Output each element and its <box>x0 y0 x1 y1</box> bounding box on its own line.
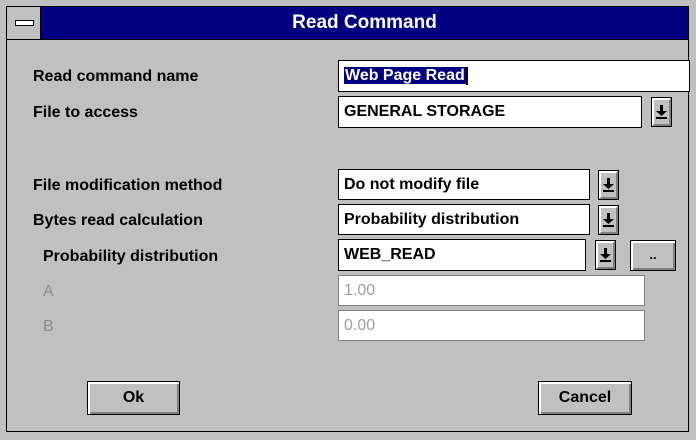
file-to-access-select[interactable]: GENERAL STORAGE <box>338 96 642 128</box>
arrow-down-to-bar-icon <box>656 105 667 119</box>
file-modification-method-select[interactable]: Do not modify file <box>338 169 590 200</box>
read-command-dialog: Read Command Read command name Web Page … <box>6 6 690 432</box>
probability-distribution-label: Probability distribution <box>43 248 219 265</box>
file-modification-method-label: File modification method <box>33 177 223 194</box>
param-a-label: A <box>43 283 54 300</box>
param-b-input[interactable]: 0.00 <box>338 310 645 341</box>
bytes-read-calculation-value: Probability distribution <box>344 211 520 228</box>
file-modification-method-dropdown-button[interactable] <box>598 170 619 200</box>
arrow-down-to-bar-icon <box>603 213 614 227</box>
arrow-down-to-bar-icon <box>600 248 611 262</box>
file-to-access-value: GENERAL STORAGE <box>344 103 506 120</box>
cancel-button[interactable]: Cancel <box>538 381 632 415</box>
probability-distribution-select[interactable]: WEB_READ <box>338 239 586 271</box>
text-caret <box>465 66 468 85</box>
bytes-read-calculation-dropdown-button[interactable] <box>598 205 619 235</box>
file-to-access-dropdown-button[interactable] <box>651 97 672 127</box>
bytes-read-calculation-select[interactable]: Probability distribution <box>338 204 590 235</box>
dialog-title: Read Command <box>292 12 437 33</box>
system-menu-button[interactable] <box>7 7 41 39</box>
system-menu-icon <box>15 20 34 26</box>
ok-button[interactable]: Ok <box>87 381 180 415</box>
param-b-label: B <box>43 318 54 335</box>
file-to-access-label: File to access <box>33 104 138 121</box>
arrow-down-to-bar-icon <box>603 178 614 192</box>
probability-distribution-browse-button[interactable]: .. <box>630 240 676 271</box>
read-command-name-input[interactable]: Web Page Read <box>338 60 690 92</box>
file-modification-method-value: Do not modify file <box>344 176 480 193</box>
param-a-input[interactable]: 1.00 <box>338 275 645 306</box>
title-bar[interactable]: Read Command <box>7 7 688 40</box>
read-command-name-value: Web Page Read <box>344 67 466 84</box>
probability-distribution-dropdown-button[interactable] <box>595 240 616 270</box>
read-command-name-label: Read command name <box>33 68 199 85</box>
param-b-value: 0.00 <box>344 317 376 334</box>
bytes-read-calculation-label: Bytes read calculation <box>33 212 203 229</box>
param-a-value: 1.00 <box>344 282 376 299</box>
probability-distribution-value: WEB_READ <box>344 246 436 263</box>
